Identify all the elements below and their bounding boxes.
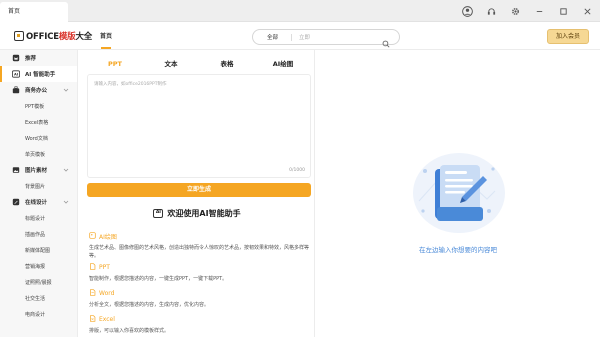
ai-icon: AI	[12, 70, 20, 78]
tab-text[interactable]: 文本	[143, 56, 199, 72]
crown-icon	[12, 54, 20, 62]
result-panel: 在左边输入你想要的内容吧	[316, 50, 600, 337]
svg-text:AI: AI	[14, 73, 18, 77]
logo-text: OFFICE模版大全	[26, 32, 93, 42]
feature-desc: 分析全文，根据您描述的内容，生成内容，优化内容。	[89, 302, 210, 308]
welcome-heading: AI 欢迎使用AI智能助手	[79, 208, 315, 219]
chevron-down-icon[interactable]	[63, 167, 69, 175]
sidebar-item-id-photos[interactable]: 证照照/晨报	[0, 274, 77, 290]
sidebar-item-online-design[interactable]: 在线设计	[0, 194, 77, 210]
char-count: 0/1000	[289, 168, 305, 173]
tab-ai-drawing[interactable]: AI绘图	[255, 56, 311, 72]
feature-title: AI绘图	[99, 234, 117, 241]
sidebar-item-title-design[interactable]: 标题设计	[0, 210, 77, 226]
feature-ai-drawing: AI绘图 生成艺术品、图像修图的艺术风格，创造出独特而令人惊叹的艺术品，按韧效果…	[89, 232, 309, 260]
sidebar-item-business[interactable]: 商务办公	[0, 82, 77, 98]
sidebar-item-excel[interactable]: Excel表格	[0, 114, 77, 130]
feature-title: Excel	[99, 316, 115, 323]
feature-excel: Excel 排版，可以输入你喜欢的模板样式。	[89, 315, 309, 335]
chevron-down-icon[interactable]	[63, 199, 69, 207]
sidebar-item-new-media[interactable]: 新媒体配图	[0, 242, 77, 258]
feature-title: PPT	[99, 264, 110, 271]
word-icon	[89, 289, 96, 298]
mode-tabs: PPT 文本 表格 AI绘图	[87, 56, 311, 72]
tab-table[interactable]: 表格	[199, 56, 255, 72]
search-category-select[interactable]: 全部	[267, 33, 278, 41]
search-input[interactable]: 立即	[299, 33, 310, 41]
join-member-button[interactable]: 加入会员	[547, 29, 589, 44]
ppt-icon	[89, 263, 96, 272]
app-window: 首页 OFFICE模版大全 首页 全部 立即 加入会员 推荐 AI AI 智能助…	[0, 0, 600, 337]
sidebar-item-single-page[interactable]: 单页模板	[0, 146, 77, 162]
feature-ppt: PPT 智能制作，根据您描述的内容，一键生成PPT，一键下载PPT。	[89, 263, 309, 283]
sidebar-item-recommend[interactable]: 推荐	[0, 50, 77, 66]
welcome-text: 欢迎使用AI智能助手	[167, 209, 241, 218]
chevron-down-icon[interactable]	[63, 87, 69, 95]
minimize-icon[interactable]	[532, 4, 546, 18]
prompt-placeholder: 请输入内容，如office2016PPT制作	[94, 82, 167, 87]
tab-home[interactable]: 首页	[0, 2, 68, 22]
empty-state-illustration	[407, 141, 507, 245]
header: OFFICE模版大全 首页 全部 立即 加入会员	[0, 22, 600, 50]
ai-icon: AI	[153, 209, 164, 218]
sidebar-item-social[interactable]: 社交生活	[0, 290, 77, 306]
nav-home[interactable]: 首页	[100, 31, 112, 49]
image-icon	[12, 166, 20, 174]
logo[interactable]: OFFICE模版大全	[14, 30, 92, 42]
feature-desc: 生成艺术品、图像修图的艺术风格，创造出独特而令人惊叹的艺术品，按韧效果和特效，风…	[89, 245, 310, 259]
sidebar-item-word[interactable]: Word文档	[0, 130, 77, 146]
sidebar-item-posters[interactable]: 营销海报	[0, 258, 77, 274]
sidebar-item-illustrations[interactable]: 插画作品	[0, 226, 77, 242]
sidebar-item-ppt-template[interactable]: PPT模板	[0, 98, 77, 114]
generate-button[interactable]: 立即生成	[87, 183, 311, 197]
headset-icon[interactable]	[484, 4, 498, 18]
prompt-textarea[interactable]: 请输入内容，如office2016PPT制作 0/1000	[87, 74, 311, 178]
close-icon[interactable]	[580, 4, 594, 18]
sidebar-item-images[interactable]: 图片素材	[0, 162, 77, 178]
gear-icon[interactable]	[508, 4, 522, 18]
sidebar-item-ai-assistant[interactable]: AI AI 智能助手	[0, 66, 77, 82]
empty-state-hint: 在左边输入你想要的内容吧	[419, 246, 497, 254]
sidebar: 推荐 AI AI 智能助手 商务办公 PPT模板 Excel表格 Word文档 …	[0, 50, 78, 337]
briefcase-icon	[12, 86, 20, 94]
title-bar: 首页	[0, 0, 600, 22]
feature-desc: 智能制作，根据您描述的内容，一键生成PPT，一键下载PPT。	[89, 276, 228, 282]
feature-title: Word	[99, 290, 115, 297]
excel-icon	[89, 315, 96, 324]
design-icon	[12, 198, 20, 206]
feature-word: Word 分析全文，根据您描述的内容，生成内容，优化内容。	[89, 289, 309, 309]
search-bar[interactable]: 全部 立即	[252, 29, 400, 48]
search-divider	[291, 34, 292, 41]
user-avatar-icon[interactable]	[460, 4, 474, 18]
logo-mark-icon	[14, 31, 24, 41]
ai-input-panel: PPT 文本 表格 AI绘图 请输入内容，如office2016PPT制作 0/…	[79, 50, 315, 337]
tab-ppt[interactable]: PPT	[87, 56, 143, 72]
feature-desc: 排版，可以输入你喜欢的模板样式。	[89, 328, 170, 334]
palette-icon	[89, 232, 96, 241]
window-controls	[460, 4, 594, 18]
sidebar-item-ecommerce[interactable]: 电商设计	[0, 306, 77, 322]
maximize-icon[interactable]	[556, 4, 570, 18]
sidebar-item-backgrounds[interactable]: 背景图片	[0, 178, 77, 194]
